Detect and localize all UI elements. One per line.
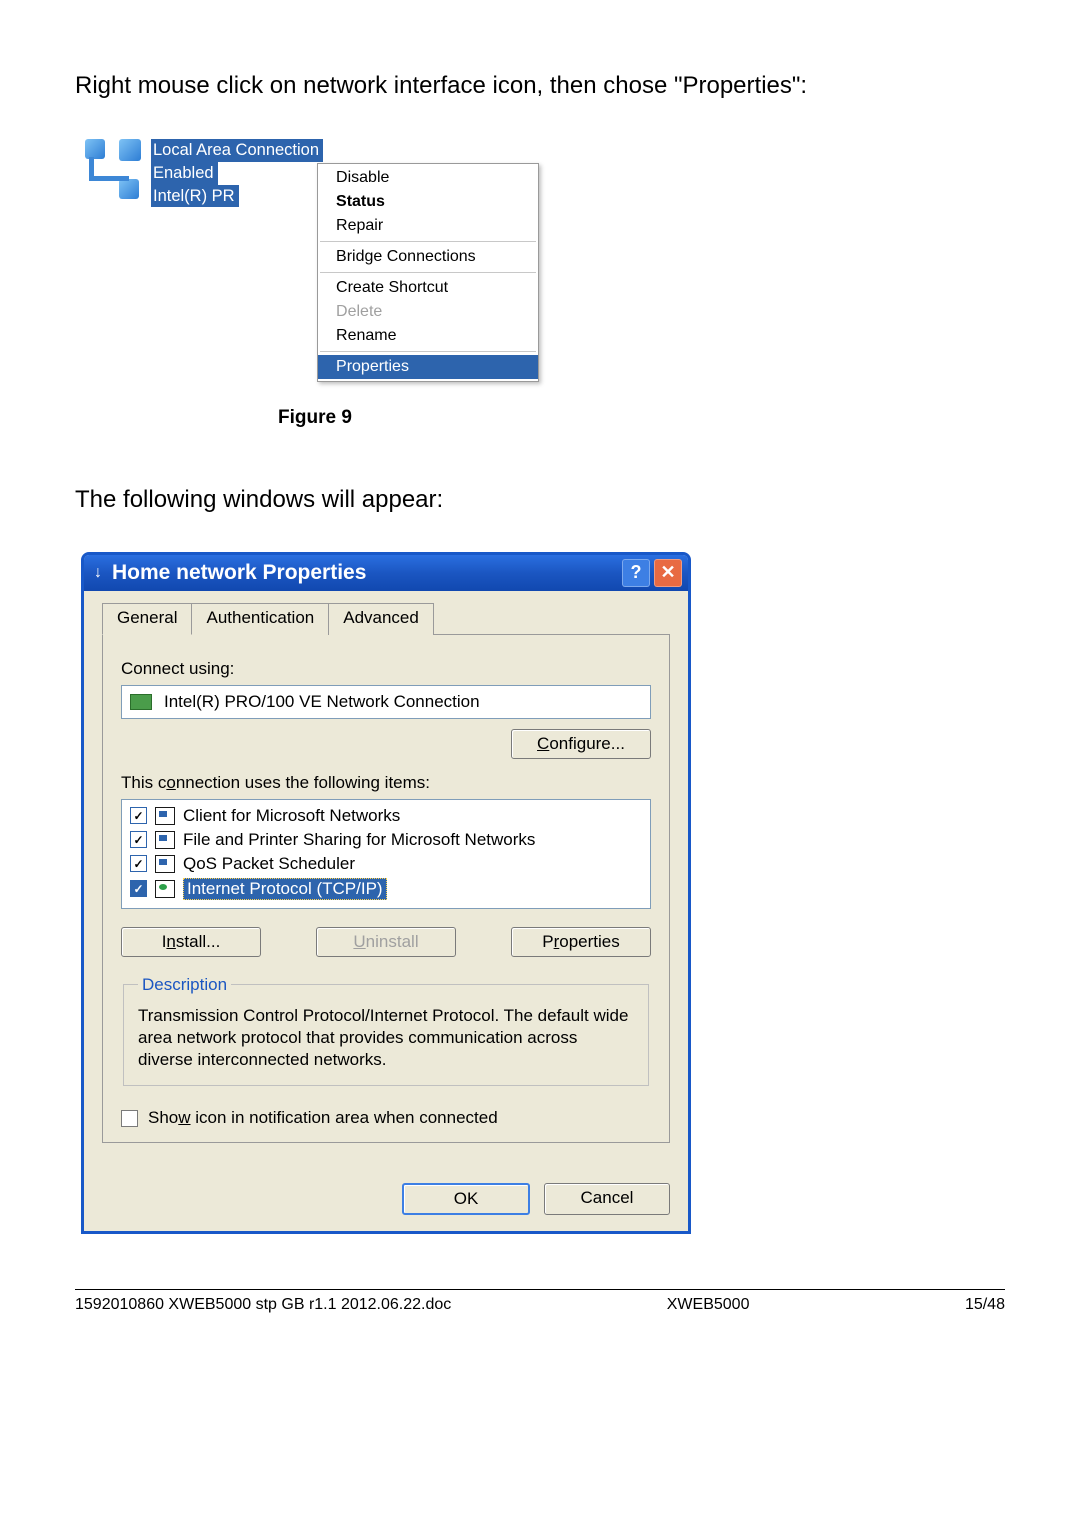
menu-status[interactable]: Status xyxy=(318,190,538,214)
conn-adapter-short: Intel(R) PR xyxy=(151,185,239,208)
page-footer: 1592010860 XWEB5000 stp GB r1.1 2012.06.… xyxy=(75,1289,1005,1314)
list-item-tcpip[interactable]: Internet Protocol (TCP/IP) xyxy=(128,876,644,902)
show-icon-label: Show icon in notification area when conn… xyxy=(148,1108,498,1128)
menu-bridge[interactable]: Bridge Connections xyxy=(318,245,538,269)
components-list[interactable]: Client for Microsoft Networks File and P… xyxy=(121,799,651,909)
uninstall-button: Uninstall xyxy=(316,927,456,957)
cancel-button[interactable]: Cancel xyxy=(544,1183,670,1215)
ok-button[interactable]: OK xyxy=(402,1183,530,1215)
menu-shortcut[interactable]: Create Shortcut xyxy=(318,276,538,300)
configure-button[interactable]: Configure... xyxy=(511,729,651,759)
client-icon xyxy=(155,807,175,825)
tab-general[interactable]: General xyxy=(102,603,192,635)
help-button[interactable]: ? xyxy=(622,559,650,587)
service-icon xyxy=(155,831,175,849)
install-button[interactable]: Install... xyxy=(121,927,261,957)
network-icon xyxy=(81,139,141,199)
adapter-icon xyxy=(130,694,152,710)
checkbox-icon[interactable] xyxy=(130,807,147,824)
list-item-fps[interactable]: File and Printer Sharing for Microsoft N… xyxy=(128,828,644,852)
tab-advanced[interactable]: Advanced xyxy=(328,603,434,635)
menu-repair[interactable]: Repair xyxy=(318,214,538,238)
adapter-name: Intel(R) PRO/100 VE Network Connection xyxy=(164,692,480,712)
context-menu: Disable Status Repair Bridge Connections… xyxy=(317,163,539,382)
menu-properties[interactable]: Properties xyxy=(318,355,538,379)
list-item-qos[interactable]: QoS Packet Scheduler xyxy=(128,852,644,876)
tab-panel-general: Connect using: Intel(R) PRO/100 VE Netwo… xyxy=(102,634,670,1143)
description-legend: Description xyxy=(138,975,231,995)
tab-authentication[interactable]: Authentication xyxy=(191,603,329,635)
connection-labels: Local Area Connection Enabled Intel(R) P… xyxy=(151,139,323,207)
intro-text: Right mouse click on network interface i… xyxy=(75,70,1005,102)
titlebar-icon: ↓ xyxy=(94,564,102,582)
items-label: This connection uses the following items… xyxy=(121,773,651,793)
show-icon-row[interactable]: Show icon in notification area when conn… xyxy=(121,1108,651,1128)
properties-button[interactable]: Properties xyxy=(511,927,651,957)
list-item-client[interactable]: Client for Microsoft Networks xyxy=(128,804,644,828)
list-item-label: Internet Protocol (TCP/IP) xyxy=(183,878,387,900)
protocol-icon xyxy=(155,880,175,898)
adapter-field: Intel(R) PRO/100 VE Network Connection xyxy=(121,685,651,719)
titlebar: ↓ Home network Properties ? ✕ xyxy=(84,555,688,591)
dialog-title: Home network Properties xyxy=(112,561,366,585)
menu-separator xyxy=(320,272,536,273)
show-icon-checkbox[interactable] xyxy=(121,1110,138,1127)
footer-left: 1592010860 XWEB5000 stp GB r1.1 2012.06.… xyxy=(75,1296,451,1314)
footer-right: 15/48 xyxy=(965,1296,1005,1314)
menu-separator xyxy=(320,241,536,242)
list-item-label: File and Printer Sharing for Microsoft N… xyxy=(183,830,535,850)
menu-rename[interactable]: Rename xyxy=(318,324,538,348)
properties-dialog: ↓ Home network Properties ? ✕ General Au… xyxy=(81,552,691,1234)
dialog-footer: OK Cancel xyxy=(102,1183,670,1215)
list-item-label: QoS Packet Scheduler xyxy=(183,854,355,874)
service-icon xyxy=(155,855,175,873)
connect-using-label: Connect using: xyxy=(121,659,651,679)
checkbox-icon[interactable] xyxy=(130,855,147,872)
list-item-label: Client for Microsoft Networks xyxy=(183,806,400,826)
figure-9-caption: Figure 9 xyxy=(75,407,555,429)
conn-name: Local Area Connection xyxy=(151,139,323,162)
checkbox-icon[interactable] xyxy=(130,880,147,897)
figure-9: Local Area Connection Enabled Intel(R) P… xyxy=(81,137,1005,382)
second-text: The following windows will appear: xyxy=(75,484,1005,516)
description-text: Transmission Control Protocol/Internet P… xyxy=(138,1005,634,1071)
menu-delete: Delete xyxy=(318,300,538,324)
close-button[interactable]: ✕ xyxy=(654,559,682,587)
checkbox-icon[interactable] xyxy=(130,831,147,848)
menu-separator xyxy=(320,351,536,352)
conn-status: Enabled xyxy=(151,162,218,185)
tab-strip: General Authentication Advanced xyxy=(102,603,670,635)
menu-disable[interactable]: Disable xyxy=(318,166,538,190)
footer-center: XWEB5000 xyxy=(667,1296,750,1314)
description-group: Description Transmission Control Protoco… xyxy=(123,975,649,1086)
